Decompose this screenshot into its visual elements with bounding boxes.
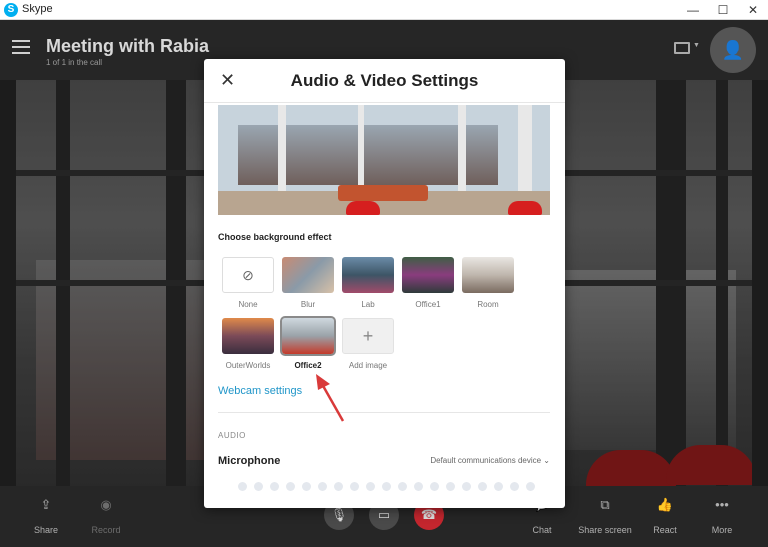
arrow-shaft	[320, 383, 345, 422]
annotation-arrow	[316, 374, 345, 422]
